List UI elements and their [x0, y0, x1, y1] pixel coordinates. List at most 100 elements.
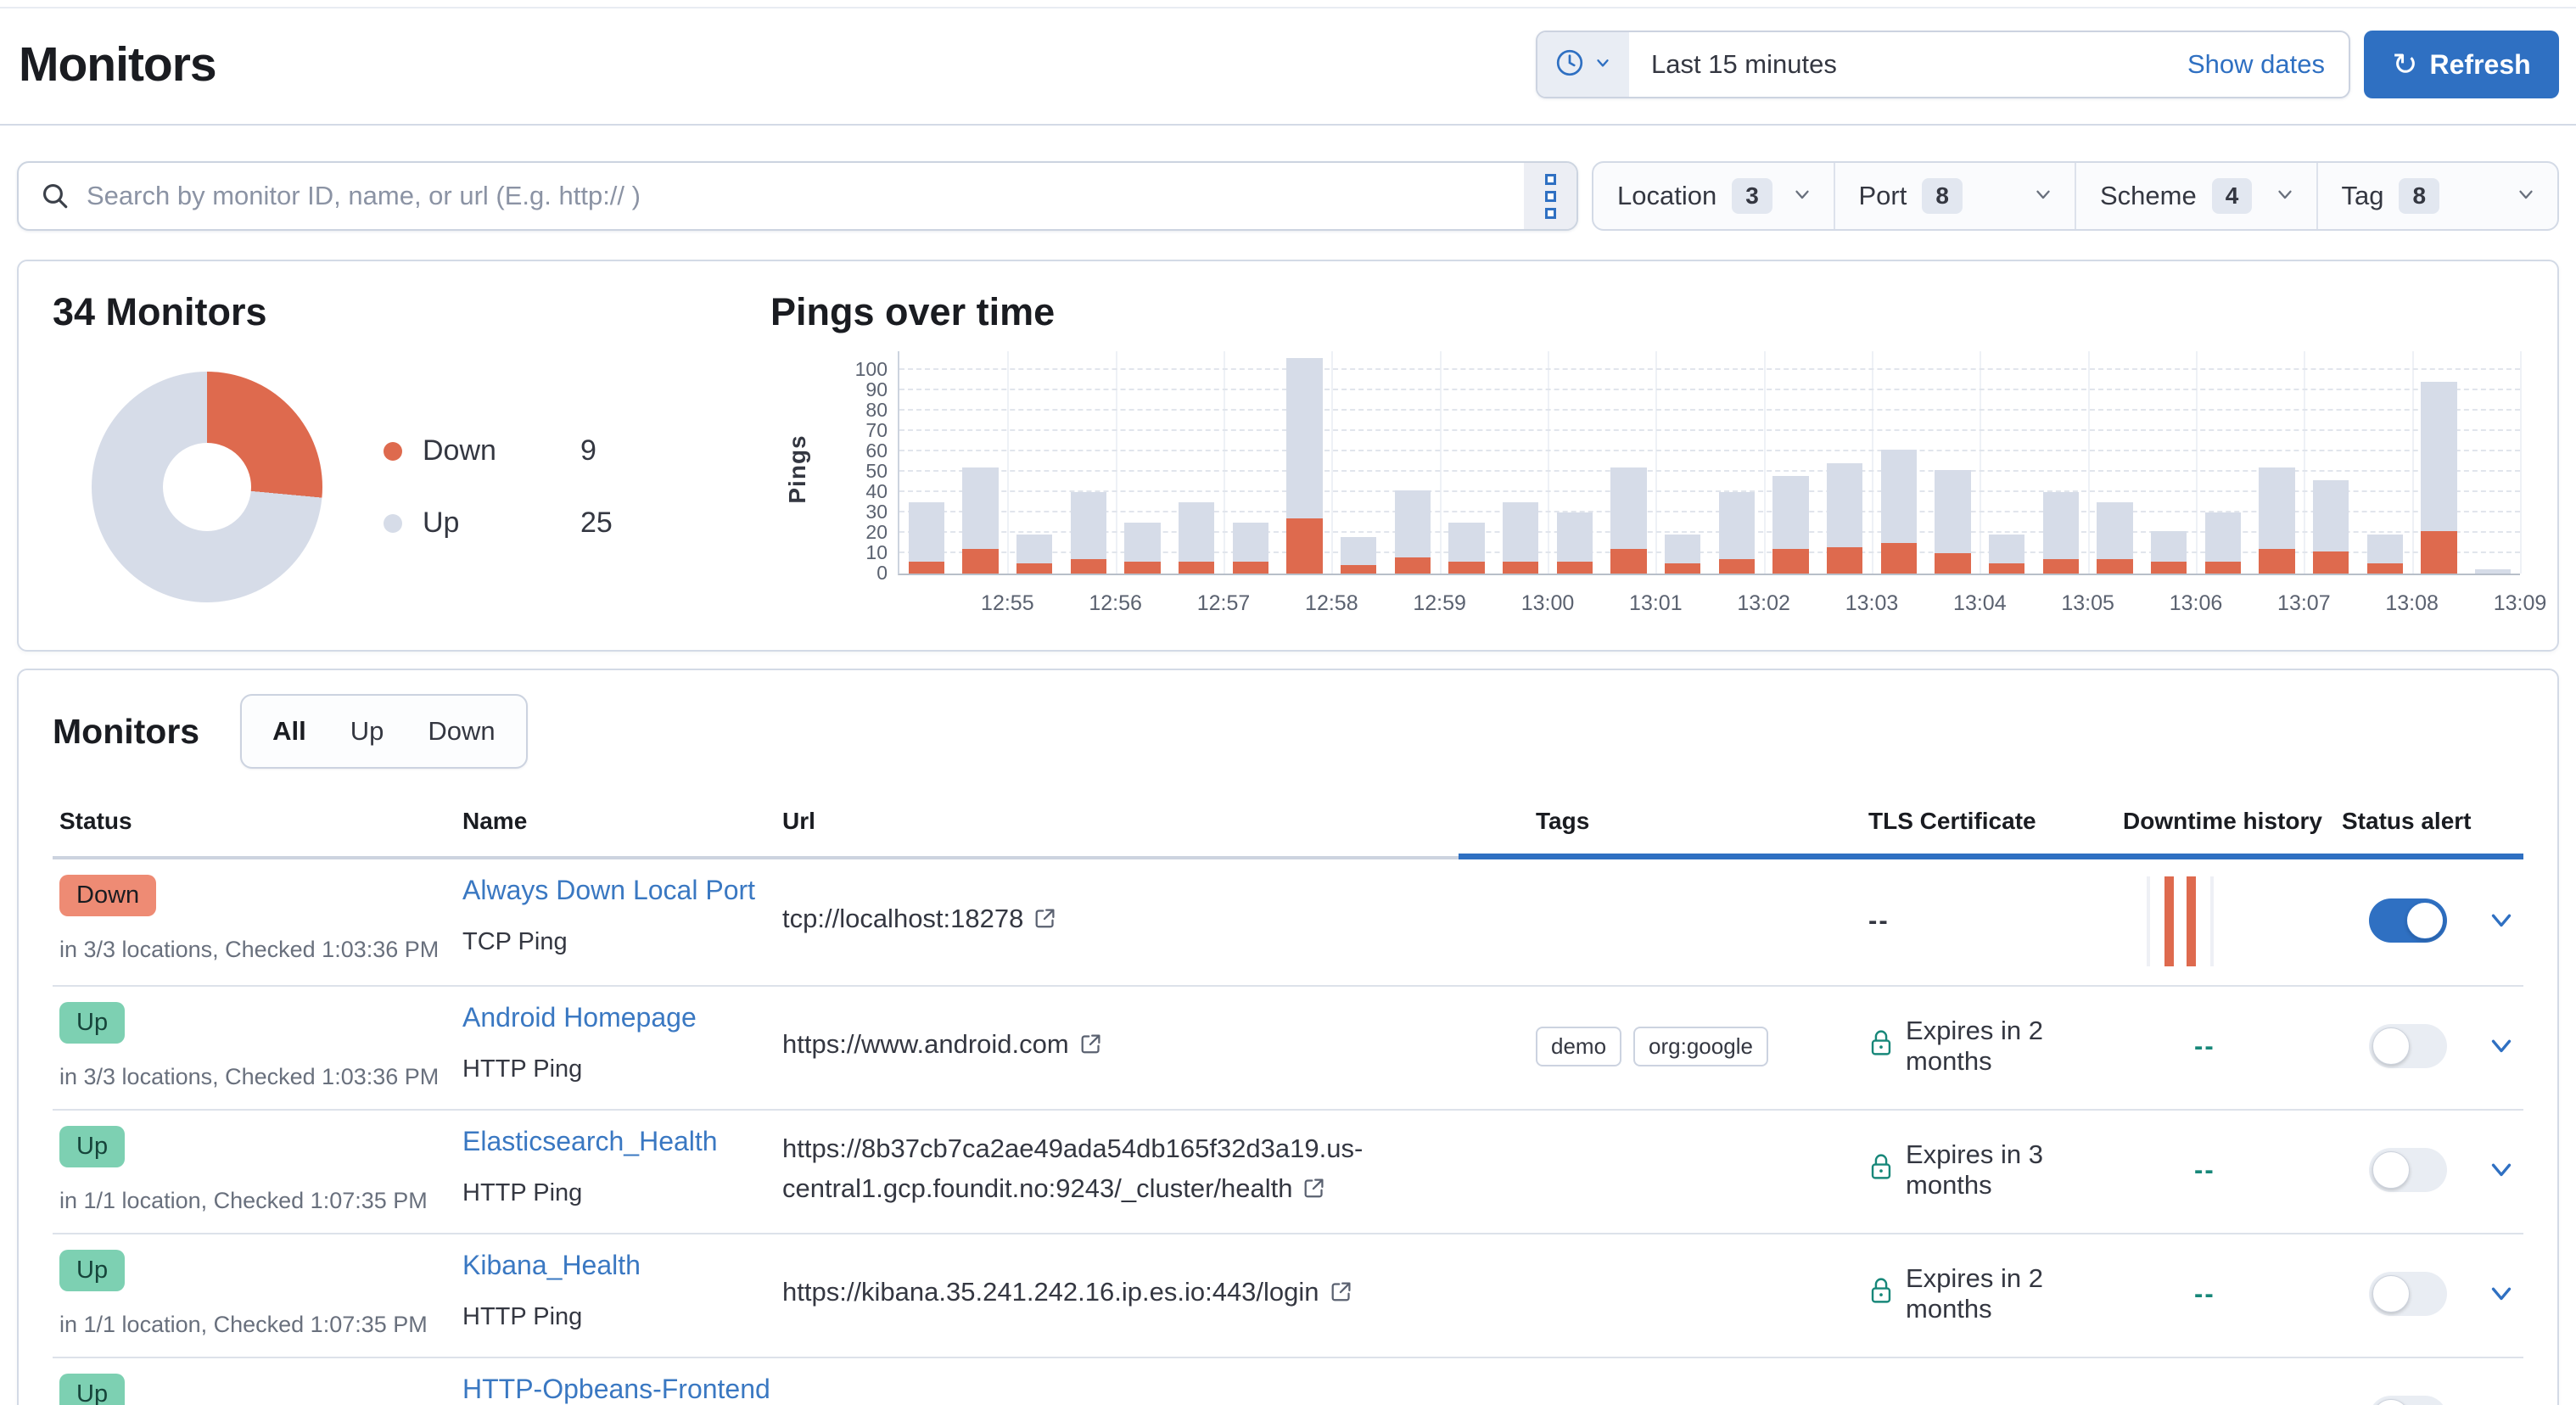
- show-dates-button[interactable]: Show dates: [2164, 49, 2349, 80]
- pings-bar: [2475, 569, 2511, 574]
- bar-segment-up: [1610, 467, 1646, 549]
- lock-icon: [1868, 1152, 1894, 1188]
- pings-bar: [1935, 470, 1970, 574]
- downtime-history-cell: --: [2121, 1031, 2340, 1061]
- downtime-history-cell: --: [2121, 1279, 2340, 1309]
- pings-bar: [1719, 492, 1755, 574]
- quick-select-button[interactable]: [1537, 32, 1629, 97]
- status-alert-toggle[interactable]: [2369, 1024, 2447, 1068]
- monitor-type: HTTP Ping: [462, 1179, 582, 1207]
- table-row: Up in 1/1 location, Checked 1:07:35 PM K…: [53, 1233, 2523, 1357]
- bar-segment-down: [2259, 549, 2294, 574]
- date-picker[interactable]: Last 15 minutes Show dates: [1536, 31, 2350, 98]
- monitor-name-link[interactable]: Android Homepage: [462, 1002, 697, 1033]
- bar-segment-down: [2313, 551, 2349, 574]
- bar-segment-down: [909, 562, 944, 574]
- pings-bar: [1124, 523, 1160, 574]
- tls-cell: Expires in 3 months: [1841, 1139, 2121, 1201]
- expand-row-chevron-icon[interactable]: [2482, 1273, 2521, 1315]
- external-link-icon[interactable]: [1262, 1399, 1285, 1405]
- vertical-gridline: [1224, 351, 1225, 574]
- status-alert-toggle[interactable]: [2369, 1396, 2447, 1405]
- expand-row-chevron-icon[interactable]: [2482, 1026, 2521, 1067]
- lock-icon: [1868, 1276, 1894, 1312]
- name-cell: Elasticsearch_Health HTTP Ping: [456, 1126, 776, 1214]
- tab-up[interactable]: Up: [350, 716, 384, 747]
- expand-cell: [2476, 900, 2527, 942]
- status-cell: Up in 3/3 locations, Checked 1:03:36 PM: [53, 1002, 456, 1090]
- query-menu-icon[interactable]: [1524, 163, 1576, 229]
- y-axis-tick-label: 0: [828, 562, 888, 585]
- filter-tag[interactable]: Tag8: [2318, 163, 2558, 229]
- pings-bar: [1341, 537, 1376, 574]
- pings-bar: [1233, 523, 1268, 574]
- filter-count-badge: 3: [1732, 178, 1772, 214]
- status-alert-toggle[interactable]: [2369, 898, 2447, 943]
- table-row: Up in 3/3 locations, Checked 1:07:38 PM …: [53, 1357, 2523, 1405]
- tls-cell: Expires in 2 months: [1841, 1263, 2121, 1324]
- downtime-history-cell: --: [2121, 1155, 2340, 1185]
- monitor-name-link[interactable]: Kibana_Health: [462, 1250, 641, 1281]
- tab-down[interactable]: Down: [428, 716, 495, 747]
- status-alert-cell: [2340, 1396, 2476, 1405]
- pings-bar: [1179, 502, 1214, 574]
- x-axis-tick-label: 12:56: [1089, 591, 1142, 616]
- filter-location[interactable]: Location3: [1593, 163, 1835, 229]
- bar-segment-up: [1881, 450, 1917, 543]
- bar-segment-up: [1341, 537, 1376, 566]
- expand-row-chevron-icon[interactable]: [2482, 1150, 2521, 1191]
- bar-segment-up: [2151, 531, 2187, 562]
- pings-chart-title: Pings over time: [770, 290, 2523, 334]
- bar-segment-down: [1827, 547, 1862, 574]
- bar-segment-up: [1989, 535, 2024, 563]
- bar-segment-up: [909, 502, 944, 562]
- refresh-button[interactable]: ↻ Refresh: [2364, 31, 2559, 98]
- external-link-icon[interactable]: [1302, 1172, 1325, 1212]
- search-input[interactable]: [70, 163, 1524, 229]
- bar-segment-up: [1719, 492, 1755, 559]
- filter-label: Tag: [2342, 181, 2384, 211]
- toggle-knob: [2406, 902, 2444, 939]
- monitors-section-title: Monitors: [53, 712, 199, 752]
- tag-chip[interactable]: org:google: [1633, 1027, 1768, 1066]
- tab-all[interactable]: All: [272, 716, 306, 747]
- tags-cell: demo org:google: [1510, 1027, 1841, 1066]
- legend-row-down[interactable]: Down9: [384, 434, 613, 467]
- expand-row-chevron-icon[interactable]: [2482, 1397, 2521, 1405]
- external-link-icon[interactable]: [1079, 1027, 1102, 1067]
- chevron-down-icon: [2274, 183, 2296, 210]
- bar-segment-up: [1557, 512, 1593, 562]
- vertical-gridline: [1440, 351, 1442, 574]
- x-axis-tick-label: 13:07: [2277, 591, 2331, 616]
- horizontal-gridline: [899, 429, 2520, 431]
- status-badge: Up: [59, 1374, 125, 1405]
- expand-cell: [2476, 1397, 2527, 1405]
- vertical-gridline: [1007, 351, 1009, 574]
- filter-port[interactable]: Port8: [1835, 163, 2077, 229]
- legend-row-up[interactable]: Up25: [384, 507, 613, 540]
- page-title: Monitors: [19, 36, 216, 92]
- y-axis-tick-label: 60: [828, 439, 888, 462]
- monitors-panel: Monitors AllUpDown StatusNameUrlTagsTLS …: [17, 669, 2559, 1405]
- vertical-gridline: [2520, 351, 2522, 574]
- vertical-gridline: [1872, 351, 1873, 574]
- table-row: Up in 1/1 location, Checked 1:07:35 PM E…: [53, 1109, 2523, 1233]
- search-filter-bar: Location3Port8Scheme4Tag8: [0, 126, 2576, 231]
- status-alert-toggle[interactable]: [2369, 1272, 2447, 1316]
- time-range-value[interactable]: Last 15 minutes: [1629, 49, 2164, 80]
- filter-scheme[interactable]: Scheme4: [2076, 163, 2318, 229]
- pings-bar: [2097, 502, 2132, 574]
- status-alert-toggle[interactable]: [2369, 1148, 2447, 1192]
- x-axis-tick-label: 13:09: [2494, 591, 2547, 616]
- monitor-name-link[interactable]: Elasticsearch_Health: [462, 1126, 718, 1157]
- external-link-icon[interactable]: [1330, 1275, 1352, 1315]
- monitor-name-link[interactable]: Always Down Local Port: [462, 875, 755, 906]
- tag-chip[interactable]: demo: [1536, 1027, 1621, 1066]
- x-axis-tick-label: 13:02: [1737, 591, 1790, 616]
- monitor-name-link[interactable]: HTTP-Opbeans-Frontend: [462, 1374, 770, 1405]
- expand-row-chevron-icon[interactable]: [2482, 900, 2521, 942]
- bar-segment-down: [1935, 553, 1970, 574]
- bar-segment-down: [1881, 543, 1917, 574]
- external-link-icon[interactable]: [1033, 902, 1056, 942]
- name-cell: Android Homepage HTTP Ping: [456, 1002, 776, 1090]
